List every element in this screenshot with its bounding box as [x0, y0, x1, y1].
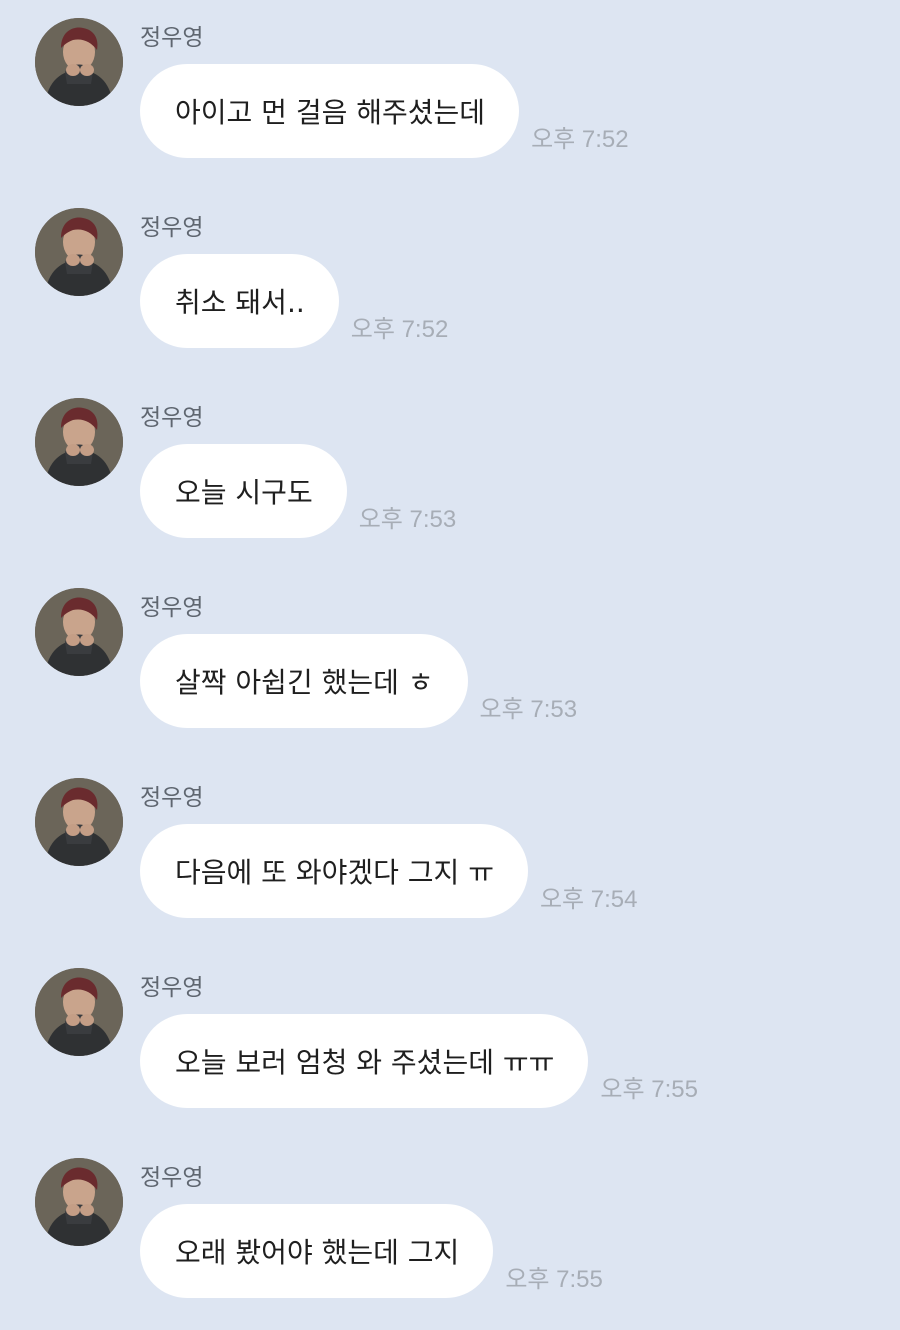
profile-photo-icon — [35, 778, 123, 866]
sender-name: 정우영 — [140, 215, 204, 241]
avatar[interactable] — [35, 18, 123, 106]
message-time: 오후 7:54 — [539, 886, 638, 913]
profile-photo-icon — [35, 968, 123, 1056]
profile-photo-icon — [35, 1158, 123, 1246]
profile-photo-icon — [35, 588, 123, 676]
sender-name: 정우영 — [140, 595, 204, 621]
avatar[interactable] — [35, 778, 123, 866]
avatar[interactable] — [35, 208, 123, 296]
profile-photo-icon — [35, 398, 123, 486]
message-item: 정우영 오늘 시구도 오후 7:53 — [0, 380, 900, 570]
message-bubble[interactable]: 오래 봤어야 했는데 그지 — [140, 1204, 494, 1298]
message-bubble[interactable]: 오늘 보러 엄청 와 주셨는데 ㅠㅠ — [140, 1014, 589, 1108]
profile-photo-icon — [35, 208, 123, 296]
sender-name: 정우영 — [140, 785, 204, 811]
message-item: 정우영 오래 봤어야 했는데 그지 오후 7:55 — [0, 1140, 900, 1330]
message-bubble[interactable]: 취소 돼서.. — [140, 254, 339, 348]
sender-name: 정우영 — [140, 25, 204, 51]
message-row: 살짝 아쉽긴 했는데 ㅎ 오후 7:53 — [140, 634, 577, 728]
message-time: 오후 7:53 — [358, 506, 457, 533]
sender-name: 정우영 — [140, 1165, 204, 1191]
profile-photo-icon — [35, 18, 123, 106]
avatar[interactable] — [35, 1158, 123, 1246]
avatar[interactable] — [35, 588, 123, 676]
avatar[interactable] — [35, 968, 123, 1056]
avatar[interactable] — [35, 398, 123, 486]
message-item: 정우영 살짝 아쉽긴 했는데 ㅎ 오후 7:53 — [0, 570, 900, 760]
message-row: 취소 돼서.. 오후 7:52 — [140, 254, 448, 348]
message-bubble[interactable]: 다음에 또 와야겠다 그지 ㅠ — [140, 824, 528, 918]
message-item: 정우영 취소 돼서.. 오후 7:52 — [0, 190, 900, 380]
message-item: 정우영 다음에 또 와야겠다 그지 ㅠ 오후 7:54 — [0, 760, 900, 950]
message-time: 오후 7:55 — [505, 1266, 603, 1293]
sender-name: 정우영 — [140, 975, 204, 1001]
message-time: 오후 7:53 — [479, 696, 578, 723]
message-row: 오늘 시구도 오후 7:53 — [140, 444, 456, 538]
sender-name: 정우영 — [140, 405, 204, 431]
message-time: 오후 7:55 — [600, 1076, 698, 1103]
message-row: 오래 봤어야 했는데 그지 오후 7:55 — [140, 1204, 603, 1298]
message-time: 오후 7:52 — [350, 316, 449, 343]
message-bubble[interactable]: 아이고 먼 걸음 해주셨는데 — [140, 64, 520, 158]
message-item: 정우영 아이고 먼 걸음 해주셨는데 오후 7:52 — [0, 0, 900, 190]
message-row: 다음에 또 와야겠다 그지 ㅠ 오후 7:54 — [140, 824, 638, 918]
message-row: 아이고 먼 걸음 해주셨는데 오후 7:52 — [140, 64, 629, 158]
message-row: 오늘 보러 엄청 와 주셨는데 ㅠㅠ 오후 7:55 — [140, 1014, 698, 1108]
chat-log[interactable]: 정우영 아이고 먼 걸음 해주셨는데 오후 7:52 정우영 취소 돼서.. 오… — [0, 0, 900, 1317]
message-item: 정우영 오늘 보러 엄청 와 주셨는데 ㅠㅠ 오후 7:55 — [0, 950, 900, 1140]
message-time: 오후 7:52 — [531, 126, 629, 153]
message-bubble[interactable]: 살짝 아쉽긴 했는데 ㅎ — [140, 634, 468, 728]
message-bubble[interactable]: 오늘 시구도 — [140, 444, 347, 538]
